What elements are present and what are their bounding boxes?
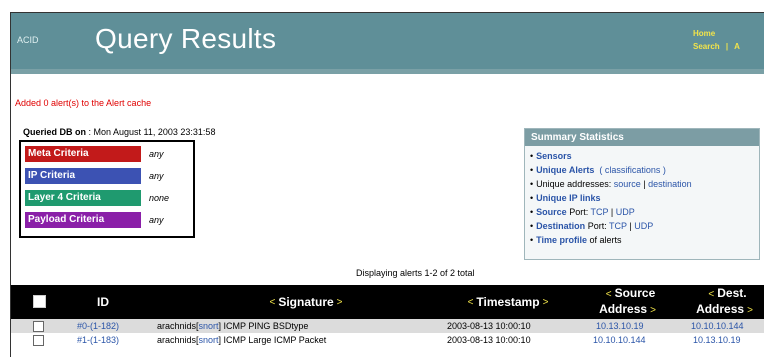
id-column-header[interactable]: ID bbox=[83, 285, 123, 319]
layer4-criteria-label[interactable]: Layer 4 Criteria bbox=[25, 190, 141, 206]
signature-column-header[interactable]: < Signature > bbox=[241, 285, 371, 319]
table-row: #1-(1-183) arachnids[snort] ICMP Large I… bbox=[11, 333, 764, 347]
queried-label: Queried DB on bbox=[23, 127, 87, 137]
ip-criteria-value: any bbox=[149, 171, 164, 181]
snort-link[interactable]: snort bbox=[199, 335, 219, 345]
signature-text: ] ICMP PING BSDtype bbox=[218, 321, 309, 331]
source-header-line2: Address bbox=[599, 302, 648, 316]
nav-separator: | bbox=[725, 42, 729, 51]
page-header: ACID Query Results Home Search | A bbox=[11, 13, 764, 69]
alert-id-link[interactable]: #0-(1-182) bbox=[77, 319, 119, 333]
top-nav: Home Search | A bbox=[693, 27, 744, 53]
destination-address-link[interactable]: destination bbox=[648, 179, 692, 189]
signature-text: ] ICMP Large ICMP Packet bbox=[218, 335, 327, 345]
signature-cell: arachnids[snort] ICMP PING BSDtype bbox=[157, 319, 308, 333]
source-address-link[interactable]: 10.13.10.19 bbox=[596, 319, 644, 333]
destination-port-udp-link[interactable]: UDP bbox=[634, 221, 653, 231]
signature-sort-left-arrow[interactable]: < bbox=[269, 297, 275, 308]
search-link[interactable]: Search bbox=[693, 42, 720, 51]
unique-addresses-label: Unique addresses: bbox=[536, 179, 612, 189]
signature-cell: arachnids[snort] ICMP Large ICMP Packet bbox=[157, 333, 326, 347]
dest-address-column-header[interactable]: < Dest. Address > bbox=[683, 285, 764, 319]
source-header-line1: Source bbox=[614, 286, 656, 300]
timestamp-sort-right-arrow[interactable]: > bbox=[543, 297, 549, 308]
timestamp-header-label: Timestamp bbox=[476, 295, 540, 309]
unique-ip-links-link[interactable]: Unique IP links bbox=[536, 193, 600, 203]
select-all-checkbox[interactable] bbox=[33, 295, 46, 308]
destination-port-word: Port: bbox=[587, 221, 607, 231]
address-separator: | bbox=[643, 179, 646, 189]
queried-db-line: Queried DB on : Mon August 11, 2003 23:3… bbox=[23, 127, 215, 137]
source-address-link[interactable]: 10.10.10.144 bbox=[593, 333, 646, 347]
source-sort-right-arrow[interactable]: > bbox=[650, 305, 656, 316]
summary-item-sensors: Sensors bbox=[530, 149, 759, 163]
criteria-row-ip[interactable]: IP Criteria any bbox=[25, 168, 191, 186]
criteria-row-payload[interactable]: Payload Criteria any bbox=[25, 212, 191, 230]
timestamp-cell: 2003-08-13 10:00:10 bbox=[447, 321, 531, 331]
queried-value: : Mon August 11, 2003 23:31:58 bbox=[86, 127, 216, 137]
timestamp-column-header[interactable]: < Timestamp > bbox=[443, 285, 573, 319]
summary-item-time-profile: Time profile of alerts bbox=[530, 233, 759, 247]
row-checkbox[interactable] bbox=[33, 321, 44, 332]
source-port-udp-link[interactable]: UDP bbox=[616, 207, 635, 217]
dest-address-link[interactable]: 10.10.10.144 bbox=[691, 319, 744, 333]
page-title: Query Results bbox=[95, 23, 277, 54]
header-divider bbox=[11, 69, 764, 74]
unique-alerts-link[interactable]: Unique Alerts bbox=[536, 165, 594, 175]
payload-criteria-value: any bbox=[149, 215, 164, 225]
summary-item-unique-alerts: Unique Alerts ( classifications ) bbox=[530, 163, 759, 177]
timestamp-cell: 2003-08-13 10:00:10 bbox=[447, 335, 531, 345]
signature-header-label: Signature bbox=[278, 295, 334, 309]
destination-port-tcp-link[interactable]: TCP bbox=[609, 221, 627, 231]
acid-window: ACID Query Results Home Search | A Added… bbox=[10, 12, 764, 357]
sensors-link[interactable]: Sensors bbox=[536, 151, 572, 161]
summary-item-ip-links: Unique IP links bbox=[530, 191, 759, 205]
dest-header-line1: Dest. bbox=[717, 286, 747, 300]
destination-port-separator: | bbox=[629, 221, 632, 231]
time-profile-link[interactable]: Time profile bbox=[536, 235, 587, 245]
signature-sort-right-arrow[interactable]: > bbox=[337, 297, 343, 308]
summary-item-unique-addresses: Unique addresses: source | destination bbox=[530, 177, 759, 191]
table-row: #0-(1-182) arachnids[snort] ICMP PING BS… bbox=[11, 319, 764, 333]
signature-prefix: arachnids[ bbox=[157, 335, 199, 345]
ip-criteria-label[interactable]: IP Criteria bbox=[25, 168, 141, 184]
signature-prefix: arachnids[ bbox=[157, 321, 199, 331]
source-port-link[interactable]: Source bbox=[536, 207, 567, 217]
meta-criteria-label[interactable]: Meta Criteria bbox=[25, 146, 141, 162]
alert-id-link[interactable]: #1-(1-183) bbox=[77, 333, 119, 347]
source-port-tcp-link[interactable]: TCP bbox=[591, 207, 609, 217]
criteria-box: Meta Criteria any IP Criteria any Layer … bbox=[19, 140, 195, 238]
criteria-row-layer4[interactable]: Layer 4 Criteria none bbox=[25, 190, 191, 208]
more-link[interactable]: A bbox=[734, 42, 740, 51]
dest-address-link[interactable]: 10.13.10.19 bbox=[693, 333, 741, 347]
payload-criteria-label[interactable]: Payload Criteria bbox=[25, 212, 141, 228]
source-port-separator: | bbox=[610, 207, 614, 217]
summary-item-source-port: Source Port: TCP | UDP bbox=[530, 205, 759, 219]
home-link[interactable]: Home bbox=[693, 27, 744, 40]
criteria-row-meta[interactable]: Meta Criteria any bbox=[25, 146, 191, 164]
table-header: ID < Signature > < Timestamp > < Source A… bbox=[11, 285, 764, 319]
of-alerts-text: of alerts bbox=[589, 235, 622, 245]
row-checkbox[interactable] bbox=[33, 335, 44, 346]
source-sort-left-arrow[interactable]: < bbox=[606, 289, 612, 300]
destination-port-link[interactable]: Destination bbox=[536, 221, 585, 231]
layer4-criteria-value: none bbox=[149, 193, 170, 203]
snort-link[interactable]: snort bbox=[199, 321, 219, 331]
classifications-link[interactable]: ( classifications ) bbox=[599, 165, 666, 175]
source-address-column-header[interactable]: < Source Address > bbox=[581, 285, 677, 319]
summary-title: Summary Statistics bbox=[525, 129, 759, 146]
source-port-word: Port: bbox=[569, 207, 589, 217]
alert-cache-message: Added 0 alert(s) to the Alert cache bbox=[15, 98, 152, 108]
brand-logo: ACID bbox=[17, 35, 39, 45]
summary-statistics-panel: Summary Statistics Sensors Unique Alerts… bbox=[524, 128, 760, 260]
dest-sort-left-arrow[interactable]: < bbox=[708, 289, 714, 300]
summary-item-destination-port: Destination Port: TCP | UDP bbox=[530, 219, 759, 233]
dest-header-line2: Address bbox=[696, 302, 745, 316]
displaying-count: Displaying alerts 1-2 of 2 total bbox=[356, 268, 475, 278]
dest-sort-right-arrow[interactable]: > bbox=[747, 305, 753, 316]
timestamp-sort-left-arrow[interactable]: < bbox=[468, 297, 474, 308]
meta-criteria-value: any bbox=[149, 149, 164, 159]
source-address-link[interactable]: source bbox=[614, 179, 641, 189]
